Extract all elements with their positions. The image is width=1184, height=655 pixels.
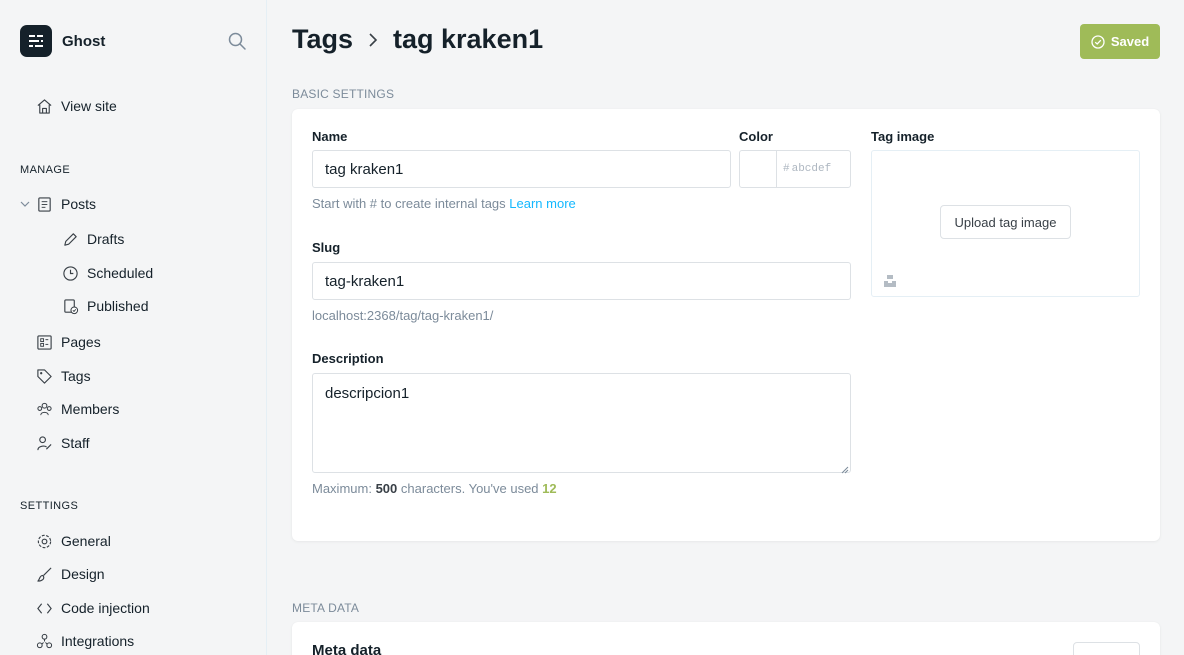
nav-integrations[interactable]: Integrations xyxy=(35,631,134,651)
name-help-text: Start with # to create internal tags xyxy=(312,196,506,211)
nav-posts-label: Posts xyxy=(61,196,97,212)
nav-pages-label: Pages xyxy=(61,334,101,350)
nav-drafts[interactable]: Drafts xyxy=(61,229,124,249)
learn-more-link[interactable]: Learn more xyxy=(509,196,575,211)
page-title: tag kraken1 xyxy=(393,24,544,54)
desc-help-mid: characters. You've used xyxy=(400,481,539,496)
members-icon xyxy=(35,400,53,418)
tag-image-label: Tag image xyxy=(871,129,935,144)
nav-members-label: Members xyxy=(61,401,120,417)
description-value: descripcion1 xyxy=(325,385,410,402)
clock-icon xyxy=(61,264,79,282)
color-field: # abcdef xyxy=(739,150,851,188)
published-icon xyxy=(61,297,79,315)
slug-input[interactable]: tag-kraken1 xyxy=(312,262,851,300)
search-icon[interactable] xyxy=(227,31,247,51)
nav-design-label: Design xyxy=(61,566,105,582)
nav-general[interactable]: General xyxy=(35,531,111,551)
nav-drafts-label: Drafts xyxy=(87,231,125,247)
nav-code-injection[interactable]: Code injection xyxy=(35,598,150,618)
nav-staff-label: Staff xyxy=(61,435,90,451)
nav-scheduled-label: Scheduled xyxy=(87,265,154,281)
slug-url: localhost:2368/tag/tag-kraken1/ xyxy=(312,308,494,323)
gear-icon xyxy=(35,532,53,550)
integrations-icon xyxy=(35,632,53,650)
description-help: Maximum: 500 characters. You've used 12 xyxy=(312,481,557,496)
desc-help-prefix: Maximum: xyxy=(312,481,372,496)
breadcrumb-tags-link[interactable]: Tags xyxy=(292,24,353,55)
nav-staff[interactable]: Staff xyxy=(35,433,90,453)
saved-button-label: Saved xyxy=(1110,34,1150,49)
nav-published-label: Published xyxy=(87,298,149,314)
settings-section-label: SETTINGS xyxy=(20,500,79,512)
saved-button[interactable]: Saved xyxy=(1080,24,1160,59)
ghost-logo-icon xyxy=(20,25,52,57)
breadcrumb: Tags tag kraken1 xyxy=(292,24,543,55)
nav-scheduled[interactable]: Scheduled xyxy=(61,263,153,283)
sidebar: Ghost View site MANAGE Posts Drafts Sche… xyxy=(0,0,267,655)
nav-code-injection-label: Code injection xyxy=(61,600,150,616)
nav-members[interactable]: Members xyxy=(35,399,119,419)
nav-general-label: General xyxy=(61,533,111,549)
unsplash-icon[interactable] xyxy=(883,274,897,288)
main-content: Tags tag kraken1 Saved BASIC SETTINGS Na… xyxy=(268,0,1184,655)
tag-image-dropzone[interactable]: Upload tag image xyxy=(871,150,1140,297)
name-input[interactable]: tag kraken1 xyxy=(312,150,731,188)
posts-icon xyxy=(35,195,53,213)
chevron-down-icon[interactable] xyxy=(19,198,33,210)
nav-published[interactable]: Published xyxy=(61,296,149,316)
nav-view-site-label: View site xyxy=(61,98,117,114)
color-swatch[interactable] xyxy=(740,151,777,187)
resize-grip-icon[interactable] xyxy=(839,461,849,474)
color-placeholder: abcdef xyxy=(791,163,832,175)
name-help: Start with # to create internal tags Lea… xyxy=(312,196,576,211)
pages-icon xyxy=(35,333,53,351)
basic-settings-label: BASIC SETTINGS xyxy=(292,87,395,101)
color-input[interactable]: # abcdef xyxy=(777,151,850,187)
code-icon xyxy=(35,599,53,617)
basic-settings-card: Name tag kraken1 Start with # to create … xyxy=(292,109,1160,541)
home-icon xyxy=(35,97,53,115)
nav-tags-label: Tags xyxy=(61,368,91,384)
nav-design[interactable]: Design xyxy=(35,564,105,584)
name-label: Name xyxy=(312,129,348,144)
nav-integrations-label: Integrations xyxy=(61,633,135,649)
meta-data-card: Meta data xyxy=(292,622,1160,655)
slug-label: Slug xyxy=(312,240,341,255)
meta-data-title: Meta data xyxy=(312,642,382,655)
brand[interactable]: Ghost xyxy=(20,25,105,57)
hash-prefix: # xyxy=(783,163,790,175)
desc-max: 500 xyxy=(375,481,398,496)
brush-icon xyxy=(35,565,53,583)
manage-section-label: MANAGE xyxy=(20,164,71,176)
chevron-right-icon xyxy=(367,31,379,49)
meta-data-expand-button[interactable] xyxy=(1073,642,1140,655)
nav-view-site[interactable]: View site xyxy=(35,96,117,116)
pencil-icon xyxy=(61,230,79,248)
staff-icon xyxy=(35,434,53,452)
upload-tag-image-button[interactable]: Upload tag image xyxy=(940,205,1071,239)
tag-icon xyxy=(35,367,53,385)
site-name: Ghost xyxy=(62,32,106,50)
color-label: Color xyxy=(739,129,773,144)
description-textarea[interactable]: descripcion1 xyxy=(312,373,851,474)
nav-tags[interactable]: Tags xyxy=(35,366,91,386)
check-circle-icon xyxy=(1091,34,1111,49)
nav-posts[interactable]: Posts xyxy=(19,194,96,214)
desc-used-count: 12 xyxy=(542,481,557,496)
meta-data-section-label: META DATA xyxy=(292,601,360,615)
description-label: Description xyxy=(312,351,384,366)
nav-pages[interactable]: Pages xyxy=(35,332,101,352)
